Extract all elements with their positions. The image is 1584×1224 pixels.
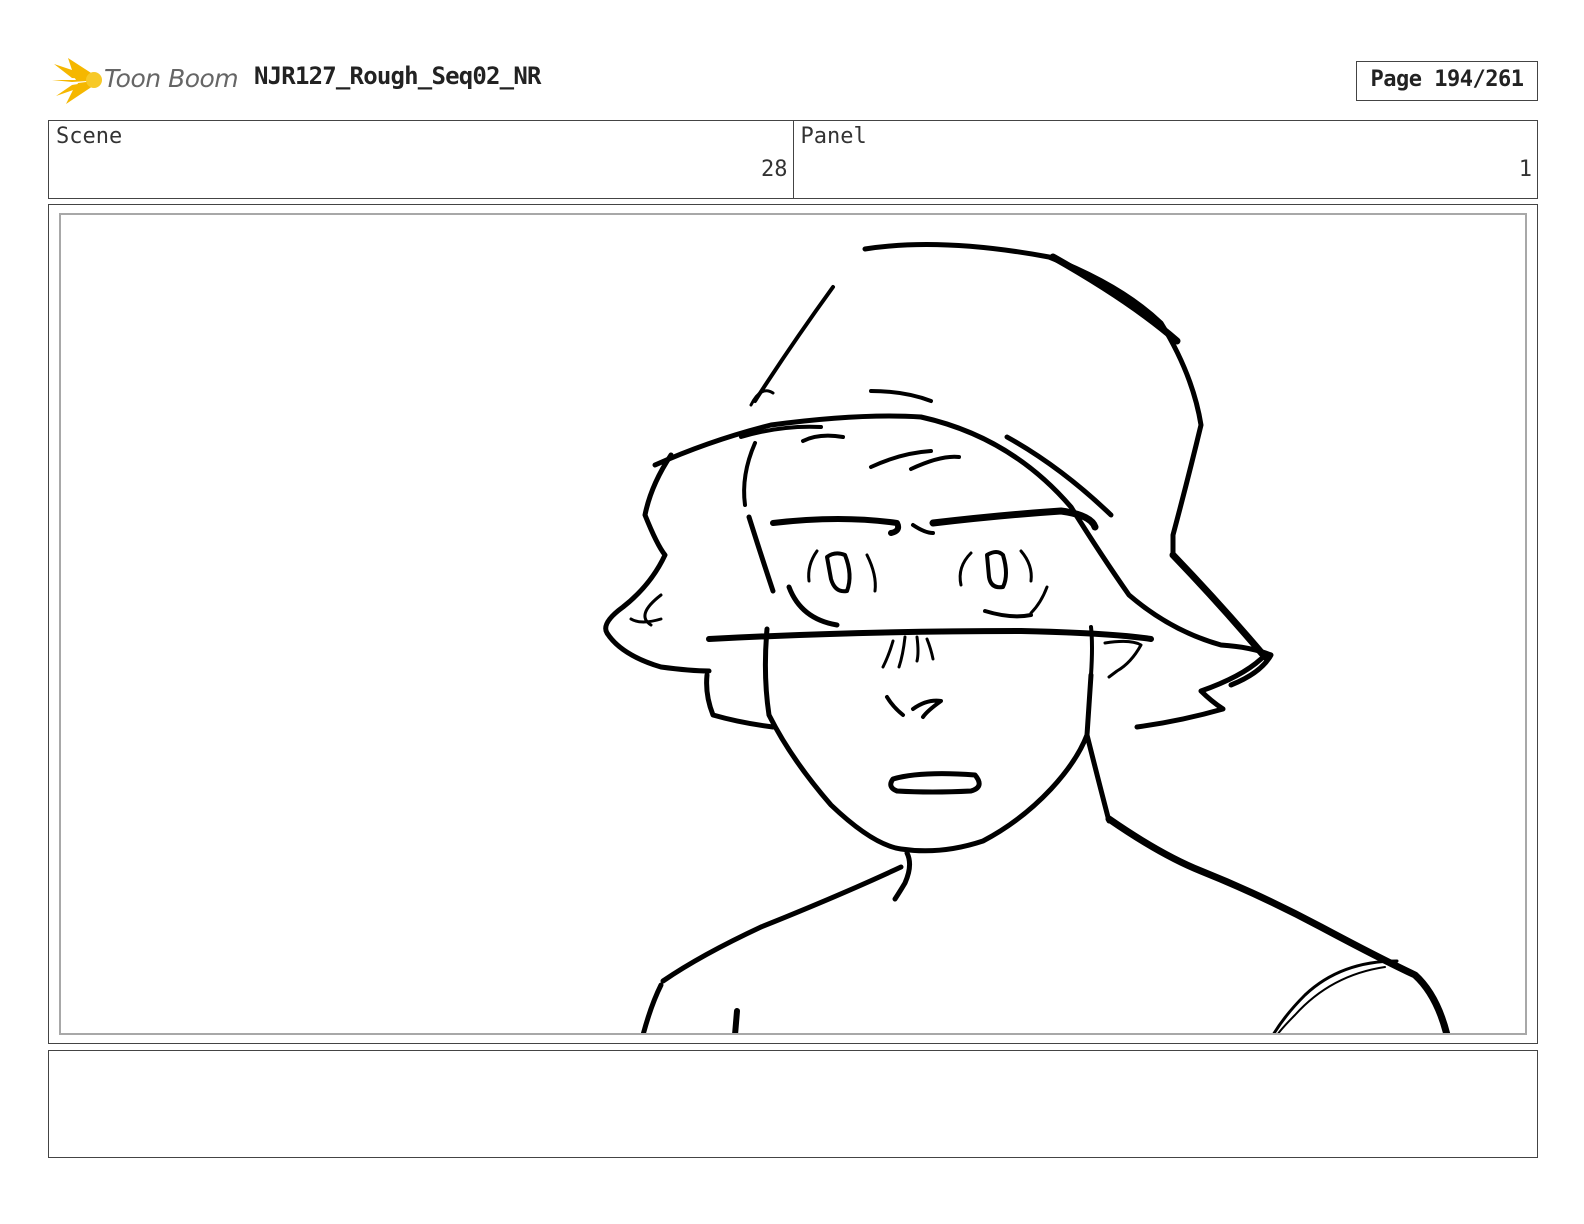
scene-cell: Scene 28 — [49, 121, 793, 198]
project-title: NJR127_Rough_Seq02_NR — [254, 62, 541, 90]
rough-sketch-drawing — [603, 242, 1451, 1033]
page-indicator: Page 194/261 — [1356, 61, 1538, 101]
logo-text: Toon Boom — [104, 64, 239, 93]
storyboard-panel — [48, 204, 1538, 1044]
scene-panel-info: Scene 28 Panel 1 — [48, 120, 1538, 199]
starburst-icon — [52, 58, 102, 104]
scene-label: Scene — [56, 124, 123, 149]
panel-drawing-area — [59, 213, 1527, 1035]
toon-boom-logo: Toon Boom — [52, 56, 239, 106]
panel-label: Panel — [800, 124, 867, 149]
panel-notes — [48, 1050, 1538, 1158]
panel-value: 1 — [1518, 157, 1532, 182]
panel-cell: Panel 1 — [792, 121, 1538, 198]
scene-value: 28 — [761, 157, 788, 182]
